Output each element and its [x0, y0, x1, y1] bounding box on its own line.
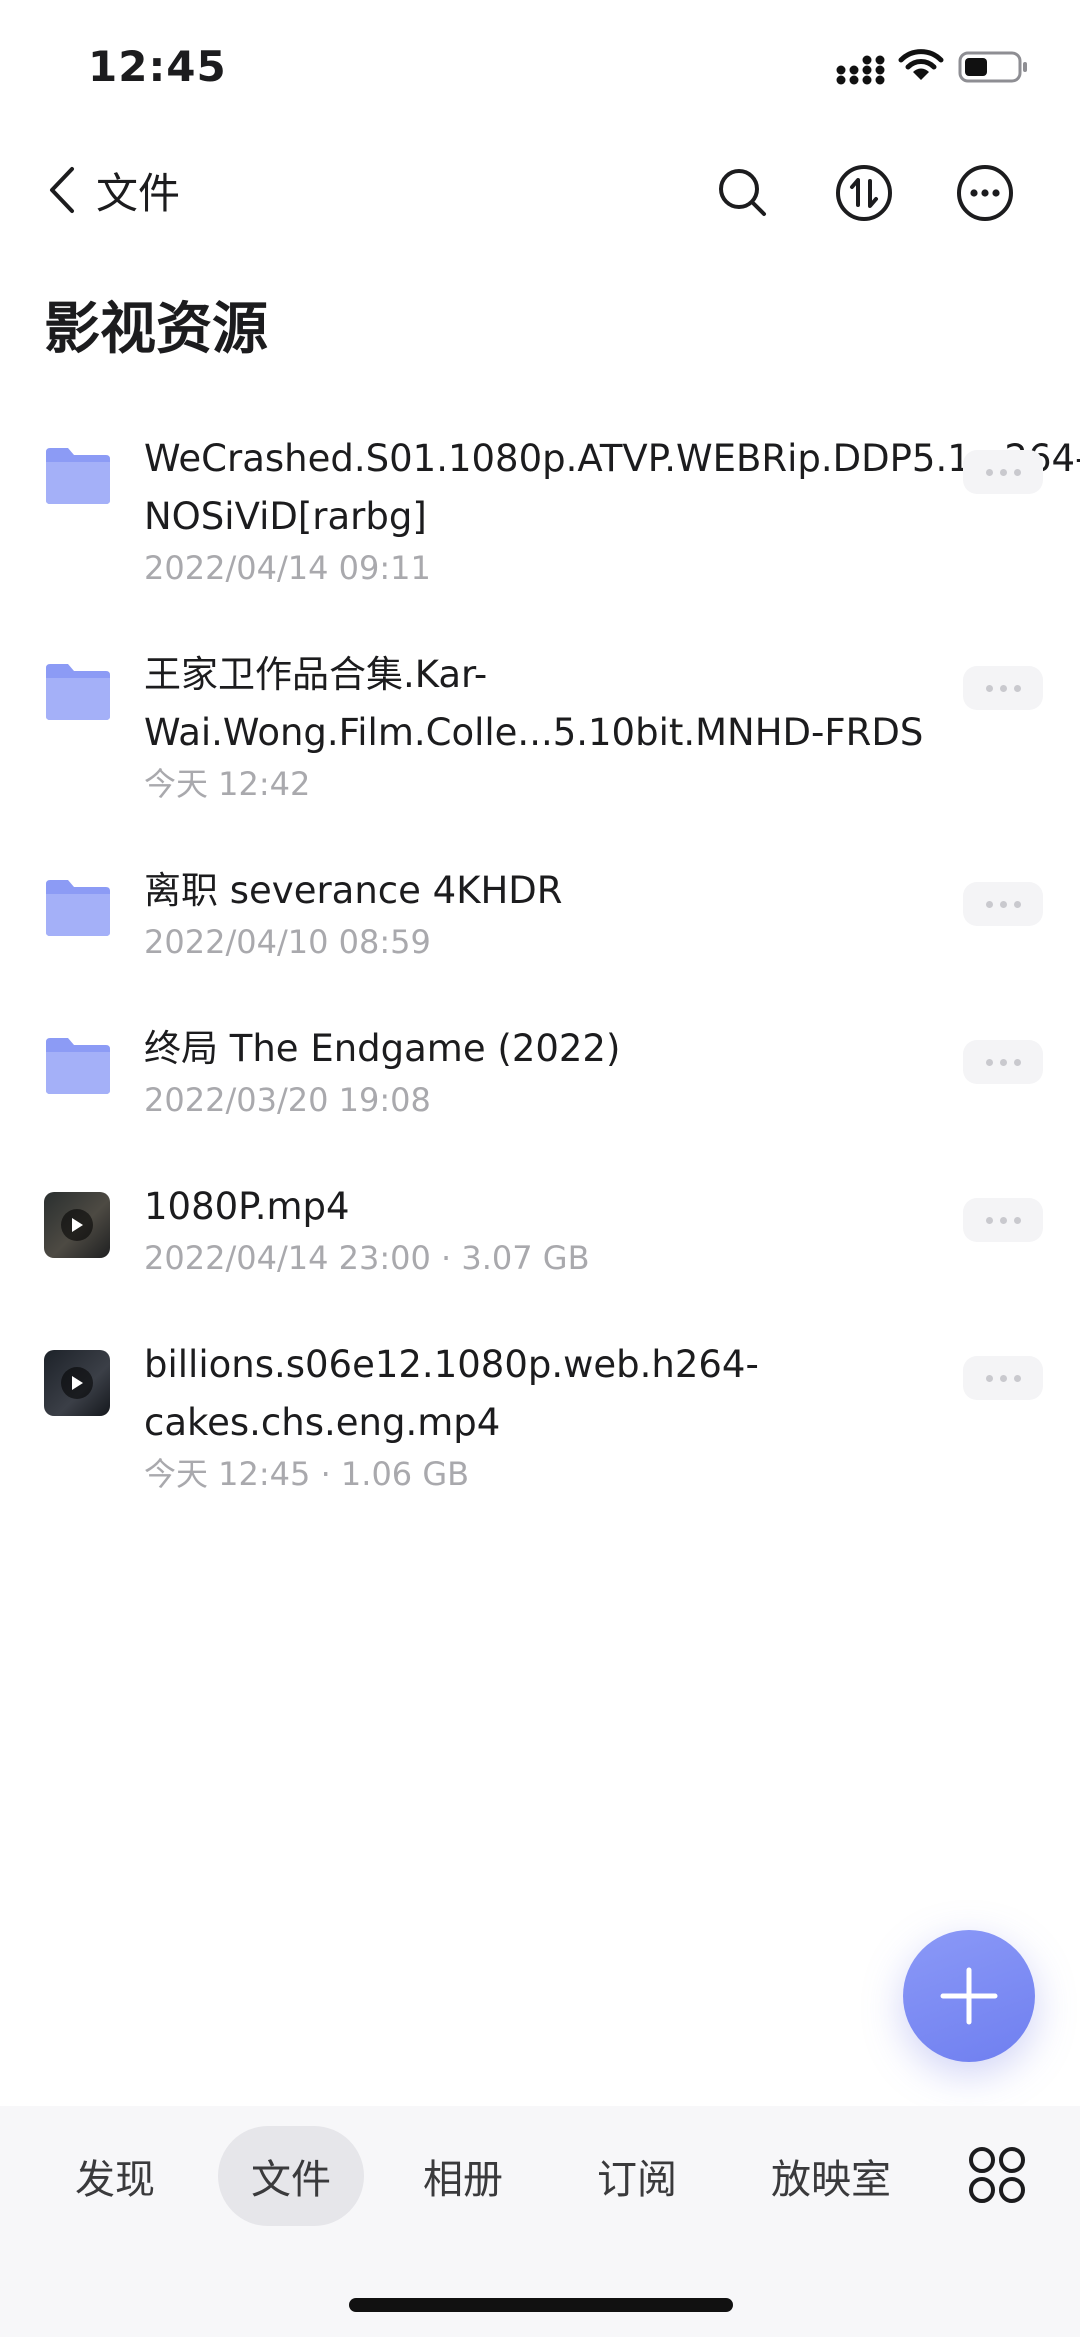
folder-icon [44, 660, 112, 728]
signal-icon [836, 55, 885, 85]
plus-icon [940, 1967, 998, 2025]
chevron-left-icon [50, 167, 74, 213]
play-icon [61, 1367, 93, 1399]
tab-files[interactable]: 文件 [218, 2126, 364, 2226]
row-more-button[interactable] [963, 450, 1043, 494]
file-meta: 2022/04/14 23:00 · 3.07 GB [144, 1239, 590, 1277]
row-more-button[interactable] [963, 1198, 1043, 1242]
tab-subscriptions[interactable]: 订阅 [582, 2126, 692, 2226]
folder-icon [44, 1034, 112, 1102]
back-button[interactable]: 文件 [46, 155, 216, 225]
home-indicator [349, 2298, 733, 2312]
file-meta: 2022/03/20 19:08 [144, 1081, 431, 1119]
file-meta: 今天 12:42 [144, 765, 311, 803]
list-item[interactable]: WeCrashed.S01.1080p.ATVP.WEBRip.DDP5.1.x… [0, 430, 1080, 646]
status-time: 12:45 [88, 42, 227, 91]
file-name: 1080P.mp4 [144, 1185, 350, 1228]
tab-screening-room[interactable]: 放映室 [756, 2126, 906, 2226]
battery-icon [958, 51, 1027, 83]
sort-icon[interactable] [829, 158, 899, 228]
file-name: billions.s06e12.1080p.web.h264-cakes.chs… [144, 1343, 759, 1444]
file-name: WeCrashed.S01.1080p.ATVP.WEBRip.DDP5.1.x… [144, 437, 1080, 538]
row-more-button[interactable] [963, 882, 1043, 926]
file-name: 离职 severance 4KHDR [144, 869, 563, 912]
wifi-icon [898, 49, 944, 80]
list-item[interactable]: 王家卫作品合集.Kar-Wai.Wong.Film.Colle...5.10bi… [0, 646, 1080, 862]
row-more-button[interactable] [963, 1356, 1043, 1400]
row-more-button[interactable] [963, 1040, 1043, 1084]
more-icon[interactable] [950, 158, 1020, 228]
folder-icon [44, 876, 112, 944]
file-meta: 2022/04/10 08:59 [144, 923, 431, 961]
tab-discover[interactable]: 发现 [60, 2126, 170, 2226]
list-item[interactable]: 离职 severance 4KHDR 2022/04/10 08:59 [0, 862, 1080, 1020]
add-button[interactable] [903, 1930, 1035, 2062]
apps-grid-icon[interactable] [966, 2144, 1030, 2208]
video-thumbnail [44, 1350, 112, 1418]
video-thumbnail [44, 1192, 112, 1260]
tab-albums[interactable]: 相册 [408, 2126, 518, 2226]
list-item[interactable]: billions.s06e12.1080p.web.h264-cakes.chs… [0, 1336, 1080, 1552]
folder-icon [44, 444, 112, 512]
file-name: 王家卫作品合集.Kar-Wai.Wong.Film.Colle...5.10bi… [144, 653, 924, 754]
file-list: WeCrashed.S01.1080p.ATVP.WEBRip.DDP5.1.x… [0, 430, 1080, 1552]
back-label: 文件 [96, 168, 181, 218]
play-icon [61, 1209, 93, 1241]
search-icon[interactable] [708, 158, 778, 228]
file-name: 终局 The Endgame (2022) [144, 1027, 621, 1070]
status-bar: 12:45 [0, 0, 1080, 130]
list-item[interactable]: 1080P.mp4 2022/04/14 23:00 · 3.07 GB [0, 1178, 1080, 1336]
screen: 12:45 文件 影视资源 WeCrashed.S01.1080p.ATVP.W… [0, 0, 1080, 2337]
list-item[interactable]: 终局 The Endgame (2022) 2022/03/20 19:08 [0, 1020, 1080, 1178]
file-meta: 今天 12:45 · 1.06 GB [144, 1455, 470, 1493]
page-title: 影视资源 [44, 297, 268, 362]
file-meta: 2022/04/14 09:11 [144, 549, 431, 587]
row-more-button[interactable] [963, 666, 1043, 710]
